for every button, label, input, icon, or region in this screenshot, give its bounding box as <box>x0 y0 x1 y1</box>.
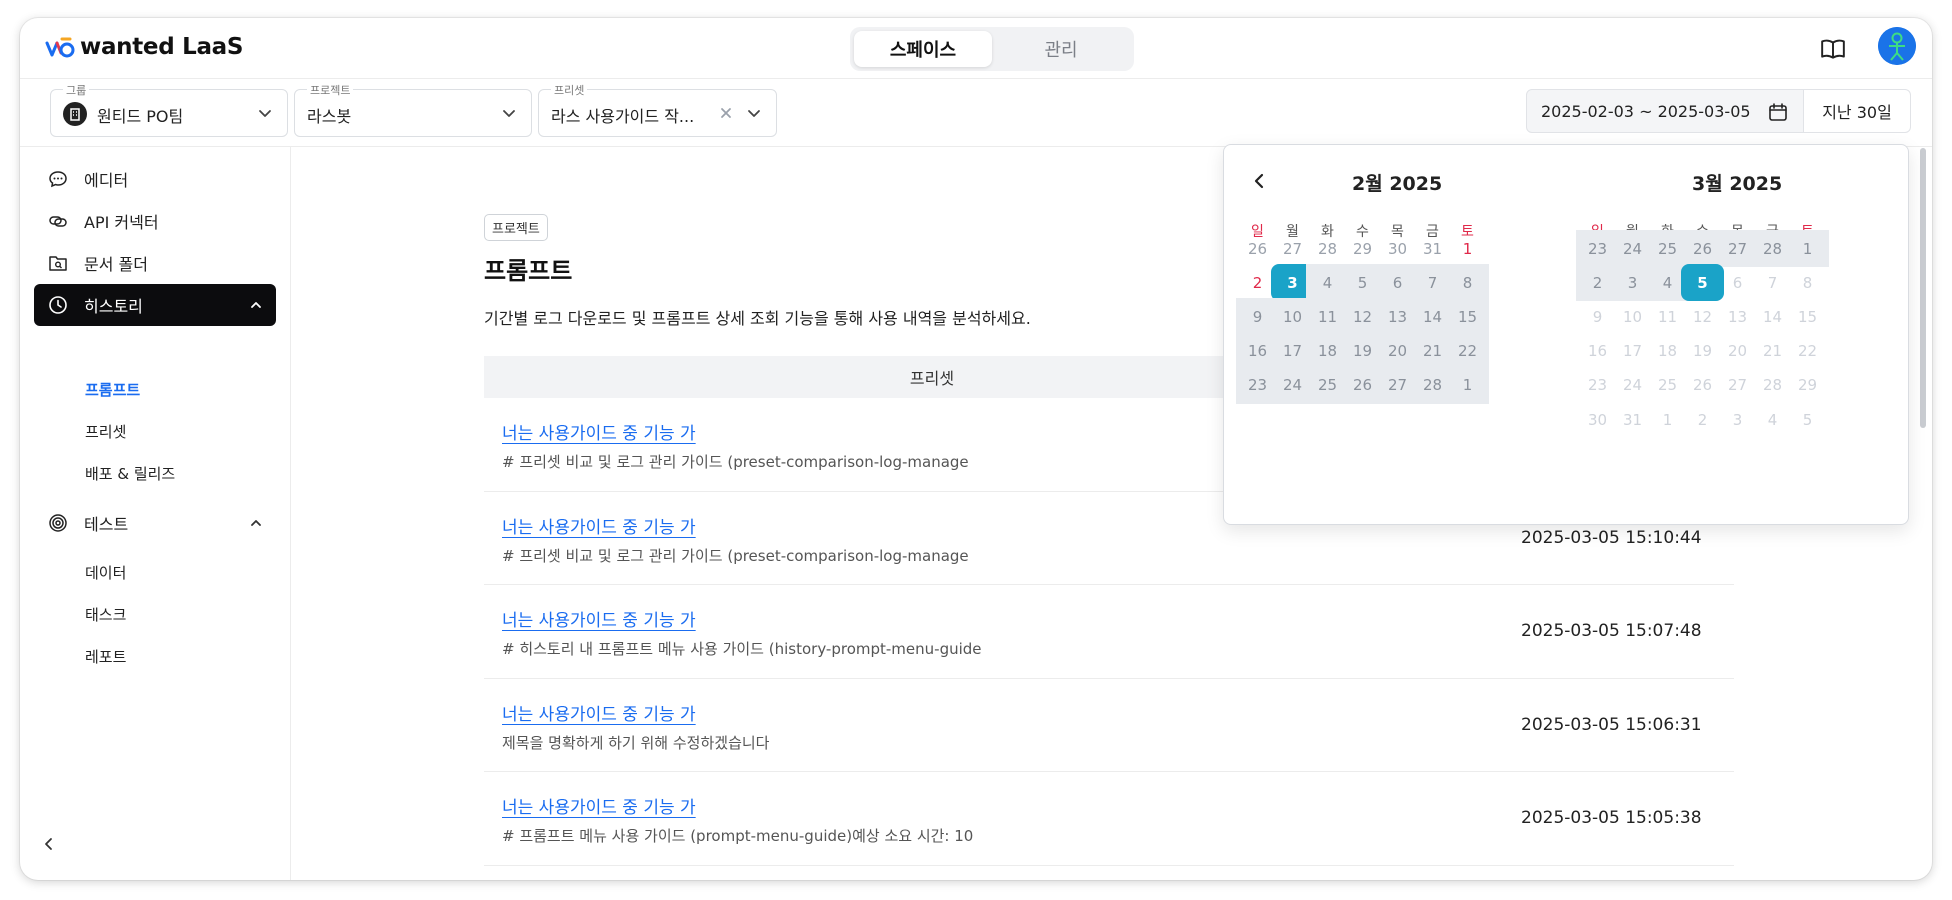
avatar[interactable] <box>1878 27 1916 65</box>
month-title-mar: 3월 2025 <box>1692 173 1783 195</box>
sidebar-item-label: 문서 폴더 <box>84 255 148 274</box>
page-title: 프롬프트 <box>484 257 573 285</box>
calendar-day[interactable]: 5 <box>1786 401 1829 438</box>
page-scrollbar[interactable] <box>1920 148 1926 428</box>
calendar-day[interactable]: 8 <box>1446 264 1489 302</box>
filter-bar: 그룹 원티드 PO팀 프로젝트 라스봇 프리셋 라스 사용가이드 작... 20… <box>20 79 1932 147</box>
sidebar-item-test[interactable]: 테스트 <box>34 502 276 544</box>
project-select-value: 라스봇 <box>307 107 352 126</box>
date-range-input[interactable]: 2025-02-03 ~ 2025-03-05 <box>1526 89 1804 133</box>
sidebar-subitem-data[interactable]: 데이터 <box>85 562 126 583</box>
logo-icon <box>45 37 75 58</box>
calendar-icon <box>1769 103 1787 121</box>
sidebar-subitem-report[interactable]: 레포트 <box>85 646 126 667</box>
row-subtitle: # 프리셋 비교 및 로그 관리 가이드 (preset-comparison-… <box>502 546 969 565</box>
previous-month-icon[interactable] <box>1250 172 1268 190</box>
row-time: 2025-03-05 15:06:31 <box>1521 714 1702 735</box>
date-range-value: 2025-02-03 ~ 2025-03-05 <box>1541 102 1751 121</box>
calendar-day[interactable]: 15 <box>1786 298 1829 335</box>
sidebar-item-label: 에디터 <box>84 171 129 190</box>
row-subtitle: # 프리셋 비교 및 로그 관리 가이드 (preset-comparison-… <box>502 453 969 471</box>
calendar-day[interactable]: 1 <box>1786 230 1829 267</box>
sidebar-item-editor[interactable]: 에디터 <box>34 158 276 200</box>
sidebar-subitem-task[interactable]: 태스크 <box>85 604 126 625</box>
date-picker-popup: 2월 2025 3월 2025 일 월 화 수 목 금 토 26 27 28 29 30 31 1 2 3 4 5… <box>1223 144 1909 525</box>
row-subtitle: # 프롬프트 메뉴 사용 가이드 (prompt-menu-guide)예상 소… <box>502 827 974 845</box>
sidebar-item-label: 테스트 <box>84 515 129 534</box>
collapse-sidebar-icon[interactable] <box>40 835 58 853</box>
table-row[interactable]: 너는 사용가이드 중 기능 가 # 히스토리 내 프롬프트 메뉴 사용 가이드 … <box>484 585 1734 679</box>
clock-icon <box>49 296 67 314</box>
calendar-day[interactable]: 22 <box>1786 333 1829 370</box>
sidebar-item-doc-folder[interactable]: 문서 폴더 <box>34 242 276 284</box>
clear-icon[interactable] <box>718 105 734 121</box>
chevron-down-icon <box>259 110 271 117</box>
preset-select[interactable]: 프리셋 라스 사용가이드 작... <box>538 82 777 137</box>
sidebar-item-history[interactable]: 히스토리 <box>34 284 276 326</box>
row-subtitle: 제목을 명확하게 하기 위해 수정하겠습니다 <box>502 733 770 752</box>
calendar-day[interactable]: 29 <box>1786 367 1829 404</box>
calendar-day[interactable]: 22 <box>1446 332 1489 370</box>
sidebar-subitem-deploy-release[interactable]: 배포 & 릴리즈 <box>85 463 175 484</box>
tab-admin[interactable]: 관리 <box>992 31 1130 67</box>
brand-name: wanted LaaS <box>80 34 244 60</box>
chevron-up-icon <box>251 302 261 308</box>
book-icon[interactable] <box>1820 36 1846 62</box>
calendar-day[interactable]: 1 <box>1446 230 1489 267</box>
calendar-day[interactable]: 8 <box>1786 264 1829 301</box>
row-title-link[interactable]: 너는 사용가이드 중 기능 가 <box>502 700 696 725</box>
sidebar-subitem-preset[interactable]: 프리셋 <box>85 421 126 442</box>
link-icon <box>49 216 67 227</box>
chat-bubble-icon <box>49 171 67 188</box>
sidebar-item-api-connector[interactable]: API 커넥터 <box>34 200 276 242</box>
preset-select-value: 라스 사용가이드 작... <box>551 107 695 126</box>
group-select-label: 그룹 <box>63 82 90 98</box>
calendar-day[interactable]: 1 <box>1446 366 1489 404</box>
group-select-value: 원티드 PO팀 <box>97 107 184 126</box>
space-admin-switch: 스페이스 관리 <box>850 27 1134 71</box>
row-title-link[interactable]: 너는 사용가이드 중 기능 가 <box>502 606 696 631</box>
sidebar: 에디터 API 커넥터 문서 폴더 히스토리 프롬프트 프리셋 배포 & 릴리즈… <box>20 147 291 880</box>
sidebar-item-label: 히스토리 <box>84 297 143 316</box>
month-title-feb: 2월 2025 <box>1352 173 1443 195</box>
chevron-down-icon <box>503 110 515 117</box>
sidebar-item-label: API 커넥터 <box>84 213 159 232</box>
top-bar: wanted LaaS 스페이스 관리 <box>20 18 1932 79</box>
row-time: 2025-03-05 15:10:44 <box>1521 527 1702 548</box>
row-time: 2025-03-05 15:07:48 <box>1521 621 1702 641</box>
calendar-day[interactable]: 15 <box>1446 298 1489 336</box>
project-select[interactable]: 프로젝트 라스봇 <box>294 82 532 137</box>
chevron-up-icon <box>251 520 261 526</box>
row-time: 2025-03-05 15:05:38 <box>1521 808 1702 828</box>
logo[interactable]: wanted LaaS <box>44 33 243 61</box>
target-icon <box>49 514 67 532</box>
chevron-down-icon <box>748 110 760 117</box>
row-title-link[interactable]: 너는 사용가이드 중 기능 가 <box>502 793 696 818</box>
page-description: 기간별 로그 다운로드 및 프롬프트 상세 조회 기능을 통해 사용 내역을 분… <box>484 309 1031 328</box>
app-window: wanted LaaS 스페이스 관리 그룹 원티드 PO팀 프로젝트 라스봇 … <box>20 18 1932 880</box>
row-title-link[interactable]: 너는 사용가이드 중 기능 가 <box>502 513 696 538</box>
row-subtitle: # 히스토리 내 프롬프트 메뉴 사용 가이드 (history-prompt-… <box>502 640 982 658</box>
tab-space[interactable]: 스페이스 <box>854 31 992 67</box>
sidebar-subitem-prompt[interactable]: 프롬프트 <box>85 379 140 400</box>
folder-search-icon <box>49 256 67 271</box>
building-icon <box>63 102 87 126</box>
avatar-person-icon <box>1878 27 1916 65</box>
preset-select-label: 프리셋 <box>551 82 588 98</box>
table-row[interactable]: 너는 사용가이드 중 기능 가 # 프롬프트 메뉴 사용 가이드 (prompt… <box>484 772 1734 866</box>
row-title-link[interactable]: 너는 사용가이드 중 기능 가 <box>502 419 696 444</box>
group-select[interactable]: 그룹 원티드 PO팀 <box>50 82 288 137</box>
project-select-label: 프로젝트 <box>307 82 354 98</box>
last-30-days-button[interactable]: 지난 30일 <box>1803 89 1911 133</box>
project-tag: 프로젝트 <box>484 214 548 241</box>
table-row[interactable]: 너는 사용가이드 중 기능 가 제목을 명확하게 하기 위해 수정하겠습니다 2… <box>484 679 1734 772</box>
